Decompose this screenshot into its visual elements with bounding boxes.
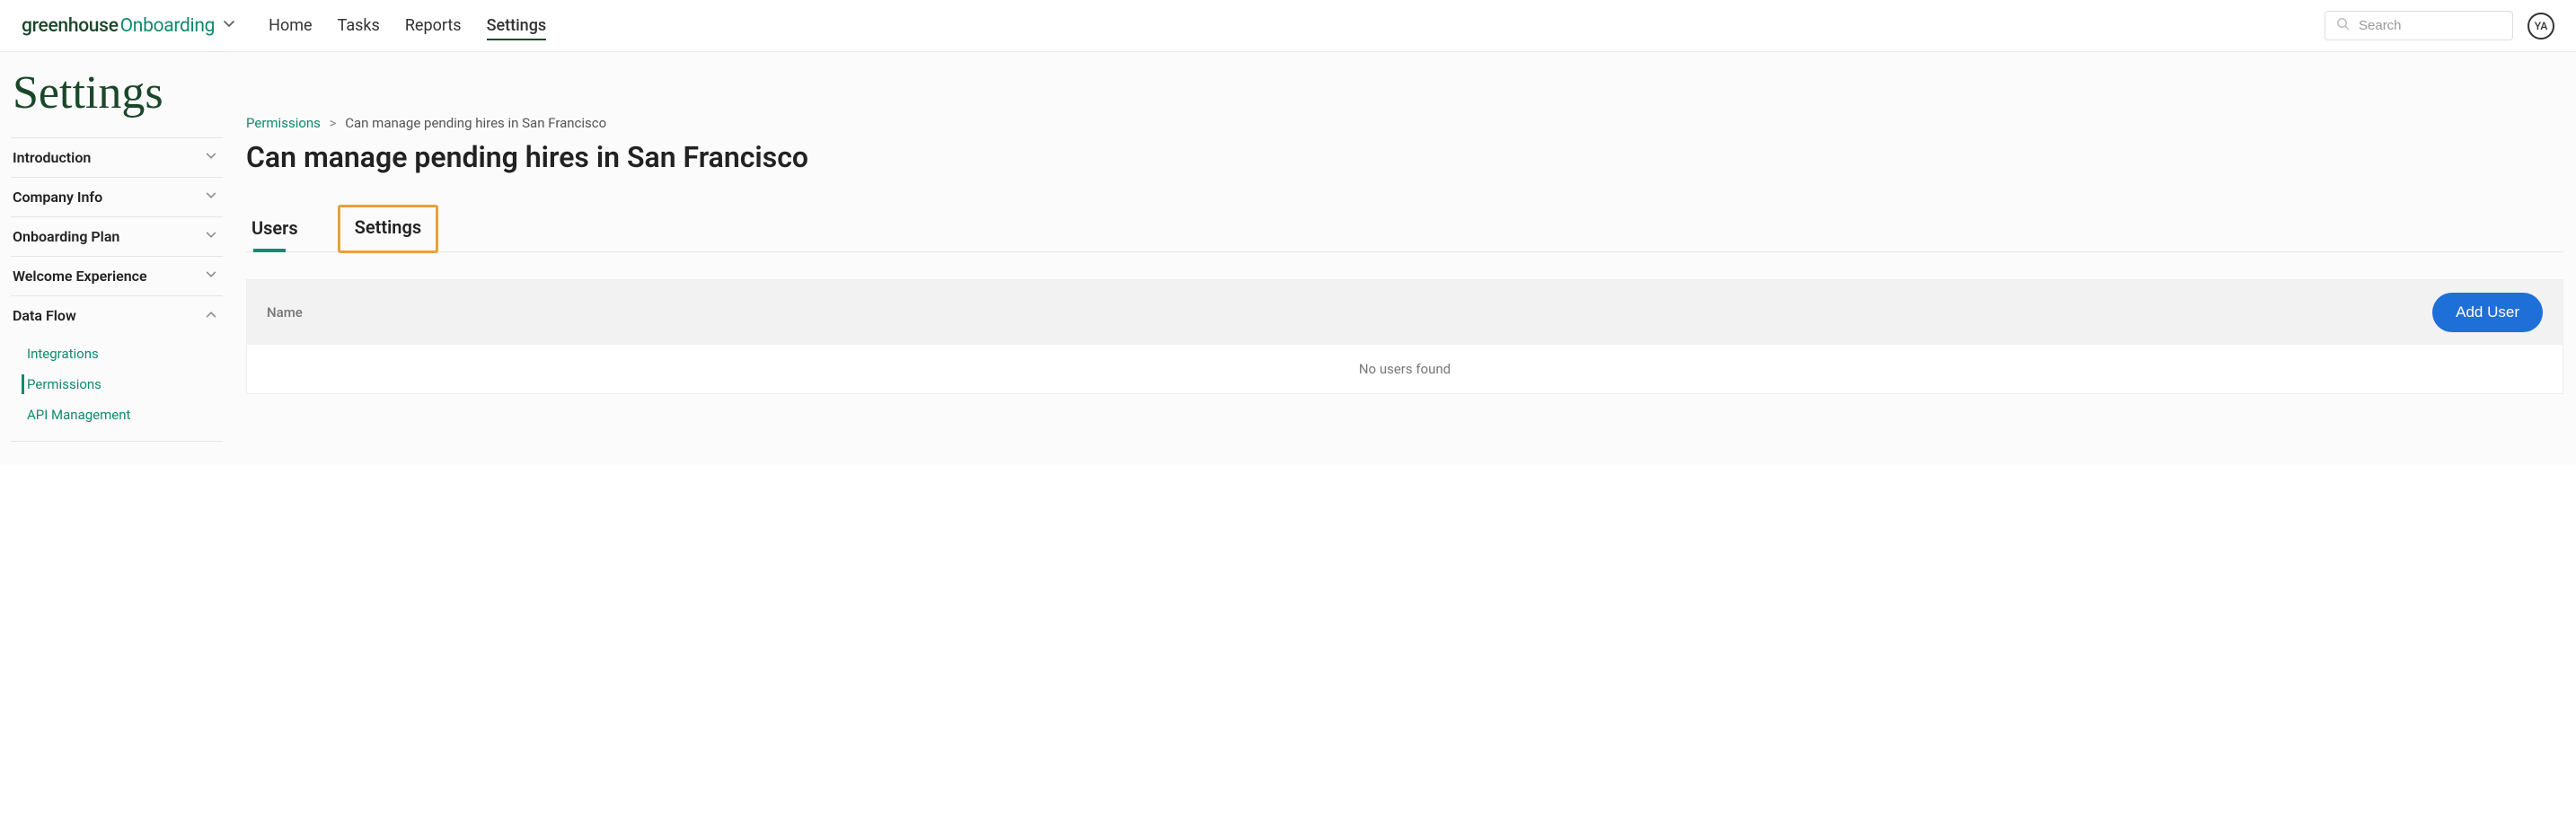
- sidebar-header-introduction[interactable]: Introduction: [11, 138, 223, 177]
- sidebar-section-onboarding-plan: Onboarding Plan: [11, 216, 223, 256]
- column-name: Name: [267, 304, 303, 321]
- sidebar-label-data-flow: Data Flow: [13, 307, 76, 324]
- sidebar-section-company-info: Company Info: [11, 177, 223, 216]
- sidebar-header-company-info[interactable]: Company Info: [11, 178, 223, 216]
- logo: greenhouse Onboarding: [22, 15, 215, 37]
- logo-product: Onboarding: [120, 15, 216, 37]
- users-table: Name Add User No users found: [246, 279, 2563, 394]
- search-box[interactable]: [2325, 11, 2513, 40]
- sidebar-item-permissions[interactable]: Permissions: [11, 369, 223, 400]
- chevron-down-icon: [205, 149, 217, 166]
- breadcrumb-permissions[interactable]: Permissions: [246, 115, 321, 131]
- sidebar-header-onboarding-plan[interactable]: Onboarding Plan: [11, 217, 223, 256]
- logo-brand: greenhouse: [22, 15, 119, 37]
- top-nav: greenhouse Onboarding Home Tasks Reports…: [0, 0, 2576, 52]
- main-content: Permissions > Can manage pending hires i…: [234, 52, 2576, 465]
- tabs-row: Users Settings: [246, 205, 2563, 252]
- avatar[interactable]: YA: [2527, 13, 2554, 40]
- tab-settings[interactable]: Settings: [338, 205, 438, 253]
- search-input[interactable]: [2359, 18, 2501, 33]
- tab-users[interactable]: Users: [248, 208, 302, 251]
- chevron-down-icon: [205, 189, 217, 206]
- add-user-button[interactable]: Add User: [2432, 293, 2543, 332]
- sidebar-header-data-flow[interactable]: Data Flow: [11, 296, 223, 335]
- top-nav-links: Home Tasks Reports Settings: [269, 2, 546, 49]
- top-nav-right: YA: [2325, 11, 2554, 40]
- nav-reports[interactable]: Reports: [405, 2, 462, 49]
- sidebar-section-introduction: Introduction: [11, 137, 223, 177]
- breadcrumb-current: Can manage pending hires in San Francisc…: [345, 115, 606, 131]
- logo-wrap[interactable]: greenhouse Onboarding: [22, 15, 236, 37]
- sidebar: Settings Introduction Company Info Onboa…: [0, 52, 234, 465]
- nav-settings[interactable]: Settings: [487, 2, 547, 49]
- search-icon: [2336, 17, 2350, 34]
- sidebar-item-api-management[interactable]: API Management: [11, 400, 223, 430]
- page-body: Settings Introduction Company Info Onboa…: [0, 52, 2576, 465]
- nav-tasks[interactable]: Tasks: [338, 2, 380, 49]
- sidebar-section-welcome-experience: Welcome Experience: [11, 256, 223, 295]
- page-title: Settings: [11, 52, 223, 137]
- sidebar-sub-data-flow: Integrations Permissions API Management: [11, 335, 223, 441]
- breadcrumb-separator: >: [330, 115, 337, 131]
- chevron-up-icon: [205, 307, 217, 324]
- sidebar-label-company-info: Company Info: [13, 189, 102, 206]
- table-header: Name Add User: [247, 280, 2563, 345]
- empty-state: No users found: [247, 345, 2563, 393]
- content-title: Can manage pending hires in San Francisc…: [246, 140, 2563, 174]
- product-switcher-chevron-icon[interactable]: [222, 17, 236, 35]
- chevron-down-icon: [205, 268, 217, 285]
- chevron-down-icon: [205, 228, 217, 245]
- sidebar-label-welcome-experience: Welcome Experience: [13, 268, 147, 285]
- breadcrumb: Permissions > Can manage pending hires i…: [246, 115, 2563, 131]
- sidebar-label-onboarding-plan: Onboarding Plan: [13, 228, 119, 245]
- sidebar-section-data-flow: Data Flow Integrations Permissions API M…: [11, 295, 223, 442]
- sidebar-item-integrations[interactable]: Integrations: [11, 338, 223, 369]
- nav-home[interactable]: Home: [269, 2, 312, 49]
- sidebar-header-welcome-experience[interactable]: Welcome Experience: [11, 257, 223, 295]
- sidebar-label-introduction: Introduction: [13, 149, 91, 166]
